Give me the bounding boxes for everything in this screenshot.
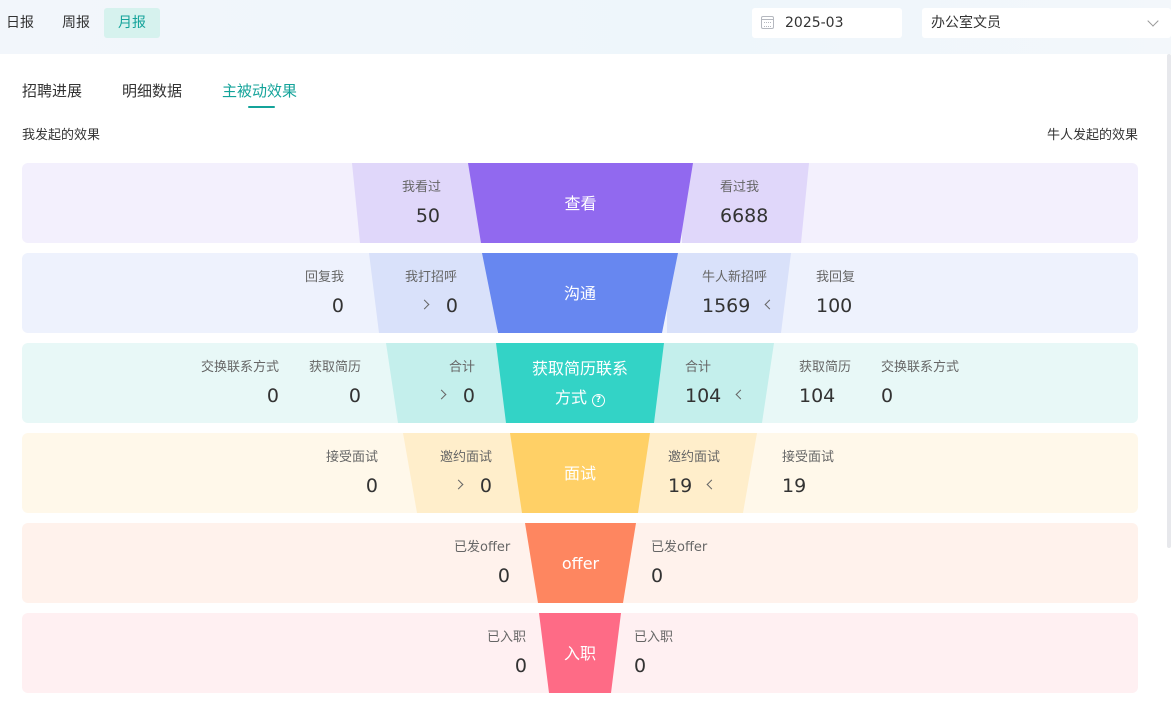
stage-contact-title-line2: 方式 bbox=[554, 388, 587, 407]
right-outer-label: 接受面试 bbox=[782, 450, 835, 465]
right-value[interactable]: 1569 bbox=[702, 295, 750, 317]
left-label: 邀约面试 bbox=[440, 450, 493, 465]
funnel-side-right bbox=[637, 433, 757, 513]
tab-active-passive-effect[interactable]: 主被动效果 bbox=[222, 80, 297, 102]
help-icon[interactable]: ? bbox=[592, 394, 605, 407]
period-daily-button[interactable]: 日报 bbox=[0, 8, 40, 38]
chevron-down-icon bbox=[1147, 15, 1159, 27]
left-value[interactable]: 0 bbox=[480, 475, 492, 497]
funnel-side-right bbox=[667, 253, 791, 333]
funnel-side-right bbox=[682, 163, 809, 243]
right-label: 牛人新招呼 bbox=[702, 270, 768, 285]
left-value[interactable]: 0 bbox=[498, 565, 510, 587]
calendar-icon bbox=[761, 16, 774, 29]
funnel-row-interview: 面试 接受面试 0 邀约面试 0 邀约面试 19 接受面试 19 bbox=[22, 433, 1138, 513]
left-label: 已入职 bbox=[487, 630, 527, 645]
tab-detail-data[interactable]: 明细数据 bbox=[122, 80, 182, 102]
funnel-row-onboard: 入职 已入职 0 已入职 0 bbox=[22, 613, 1138, 693]
active-tab-indicator bbox=[248, 106, 275, 108]
left-outer-value[interactable]: 0 bbox=[366, 475, 378, 497]
position-select[interactable]: 办公室文员 bbox=[922, 8, 1171, 38]
period-monthly-button[interactable]: 月报 bbox=[104, 8, 160, 38]
stage-contact: 获取简历联系 方式? bbox=[496, 343, 664, 423]
right-outer2-label: 交换联系方式 bbox=[881, 360, 960, 375]
funnel-side-left bbox=[403, 433, 526, 513]
left-label: 合计 bbox=[449, 360, 476, 375]
right-outer-label: 我回复 bbox=[816, 270, 856, 285]
top-bar: 日报 周报 月报 2025-03 办公室文员 bbox=[0, 0, 1171, 54]
funnel-row-offer: offer 已发offer 0 已发offer 0 bbox=[22, 523, 1138, 603]
funnel-row-view: 查看 我看过 50 看过我 6688 bbox=[22, 163, 1138, 243]
right-label: 看过我 bbox=[720, 180, 760, 195]
left-label: 我打招呼 bbox=[405, 270, 458, 285]
candidate-initiated-effect-title: 牛人发起的效果 bbox=[1046, 128, 1138, 143]
stage-view: 查看 bbox=[468, 163, 693, 243]
right-value[interactable]: 0 bbox=[634, 655, 646, 677]
stage-onboard: 入职 bbox=[539, 613, 621, 693]
left-outer-label: 回复我 bbox=[305, 270, 345, 285]
position-select-value: 办公室文员 bbox=[931, 15, 1001, 31]
stage-offer: offer bbox=[525, 523, 636, 603]
page-scrollbar[interactable] bbox=[1167, 54, 1171, 548]
right-outer2-value[interactable]: 0 bbox=[881, 385, 893, 407]
left-outer2-value[interactable]: 0 bbox=[267, 385, 279, 407]
left-outer-value[interactable]: 0 bbox=[332, 295, 344, 317]
tab-recruit-progress[interactable]: 招聘进展 bbox=[22, 80, 82, 102]
right-label: 已发offer bbox=[651, 540, 708, 555]
right-value[interactable]: 0 bbox=[651, 565, 663, 587]
left-value[interactable]: 50 bbox=[416, 205, 440, 227]
right-outer-value[interactable]: 19 bbox=[782, 475, 806, 497]
funnel-side-left bbox=[352, 163, 482, 243]
funnel-side-right bbox=[652, 343, 774, 423]
funnel-side-left bbox=[386, 343, 512, 423]
funnel-side-left bbox=[369, 253, 497, 333]
left-outer1-label: 获取简历 bbox=[309, 360, 362, 375]
left-outer1-value[interactable]: 0 bbox=[349, 385, 361, 407]
my-initiated-effect-title: 我发起的效果 bbox=[22, 128, 101, 143]
funnel-row-chat: 沟通 回复我 0 我打招呼 0 牛人新招呼 1569 我回复 100 bbox=[22, 253, 1138, 333]
right-value[interactable]: 6688 bbox=[720, 205, 768, 227]
right-value[interactable]: 19 bbox=[668, 475, 692, 497]
funnel-row-contact: 获取简历联系 方式? 交换联系方式 0 获取简历 0 合计 0 合计 104 获… bbox=[22, 343, 1138, 423]
right-label: 邀约面试 bbox=[668, 450, 721, 465]
right-outer1-label: 获取简历 bbox=[799, 360, 852, 375]
stage-interview: 面试 bbox=[510, 433, 650, 513]
month-picker-value: 2025-03 bbox=[785, 15, 844, 31]
left-outer-label: 接受面试 bbox=[326, 450, 379, 465]
left-value[interactable]: 0 bbox=[446, 295, 458, 317]
left-value[interactable]: 0 bbox=[515, 655, 527, 677]
left-label: 我看过 bbox=[402, 180, 442, 195]
right-outer-value[interactable]: 100 bbox=[816, 295, 852, 317]
period-weekly-button[interactable]: 周报 bbox=[56, 8, 96, 38]
right-label: 合计 bbox=[685, 360, 712, 375]
stage-chat: 沟通 bbox=[482, 253, 678, 333]
left-label: 已发offer bbox=[454, 540, 511, 555]
stage-contact-title-line1: 获取简历联系 bbox=[531, 359, 628, 378]
left-outer2-label: 交换联系方式 bbox=[201, 360, 280, 375]
month-picker[interactable]: 2025-03 bbox=[752, 8, 902, 38]
right-outer1-value[interactable]: 104 bbox=[799, 385, 835, 407]
left-value[interactable]: 0 bbox=[463, 385, 475, 407]
right-label: 已入职 bbox=[634, 630, 674, 645]
right-value[interactable]: 104 bbox=[685, 385, 721, 407]
